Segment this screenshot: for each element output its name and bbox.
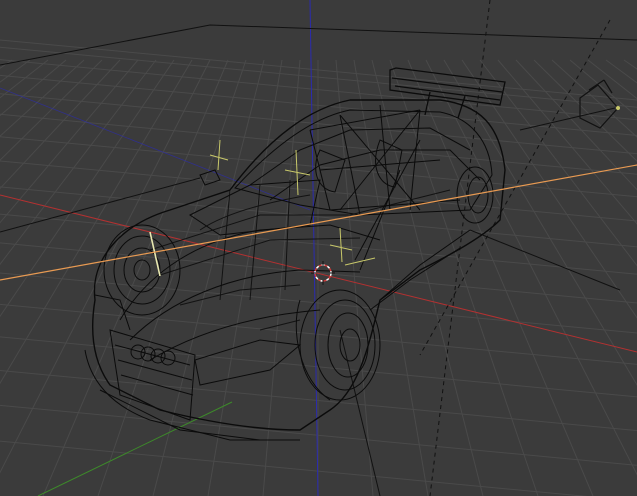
- viewport-canvas[interactable]: [0, 0, 637, 496]
- 3d-viewport[interactable]: [0, 0, 637, 496]
